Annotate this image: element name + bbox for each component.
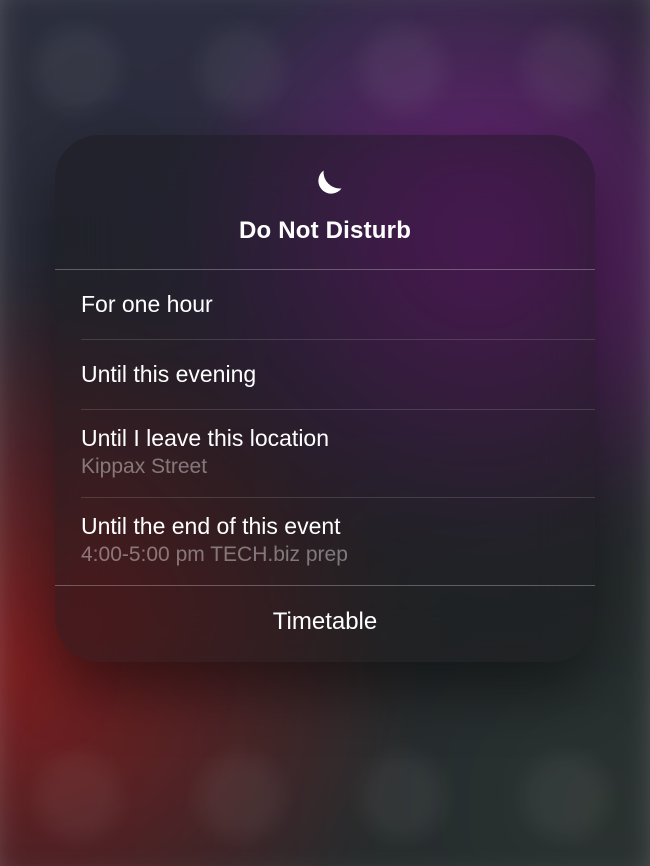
dnd-option-until-event-end[interactable]: Until the end of this event 4:00-5:00 pm… (55, 498, 595, 585)
dnd-option-one-hour[interactable]: For one hour (55, 270, 595, 339)
option-sublabel: Kippax Street (81, 454, 569, 480)
option-sublabel: 4:00-5:00 pm TECH.biz prep (81, 542, 569, 568)
option-label: Until I leave this location (81, 424, 569, 453)
panel-title: Do Not Disturb (75, 217, 575, 245)
option-label: Until the end of this event (81, 512, 569, 541)
option-label: Until this evening (81, 360, 569, 389)
moon-icon (75, 165, 575, 209)
schedule-button-label: Timetable (273, 608, 377, 635)
panel-header: Do Not Disturb (55, 135, 595, 269)
dnd-option-until-leave-location[interactable]: Until I leave this location Kippax Stree… (55, 410, 595, 497)
dnd-option-until-evening[interactable]: Until this evening (55, 340, 595, 409)
option-label: For one hour (81, 290, 569, 319)
schedule-button[interactable]: Timetable (55, 586, 595, 662)
do-not-disturb-panel: Do Not Disturb For one hour Until this e… (55, 135, 595, 662)
